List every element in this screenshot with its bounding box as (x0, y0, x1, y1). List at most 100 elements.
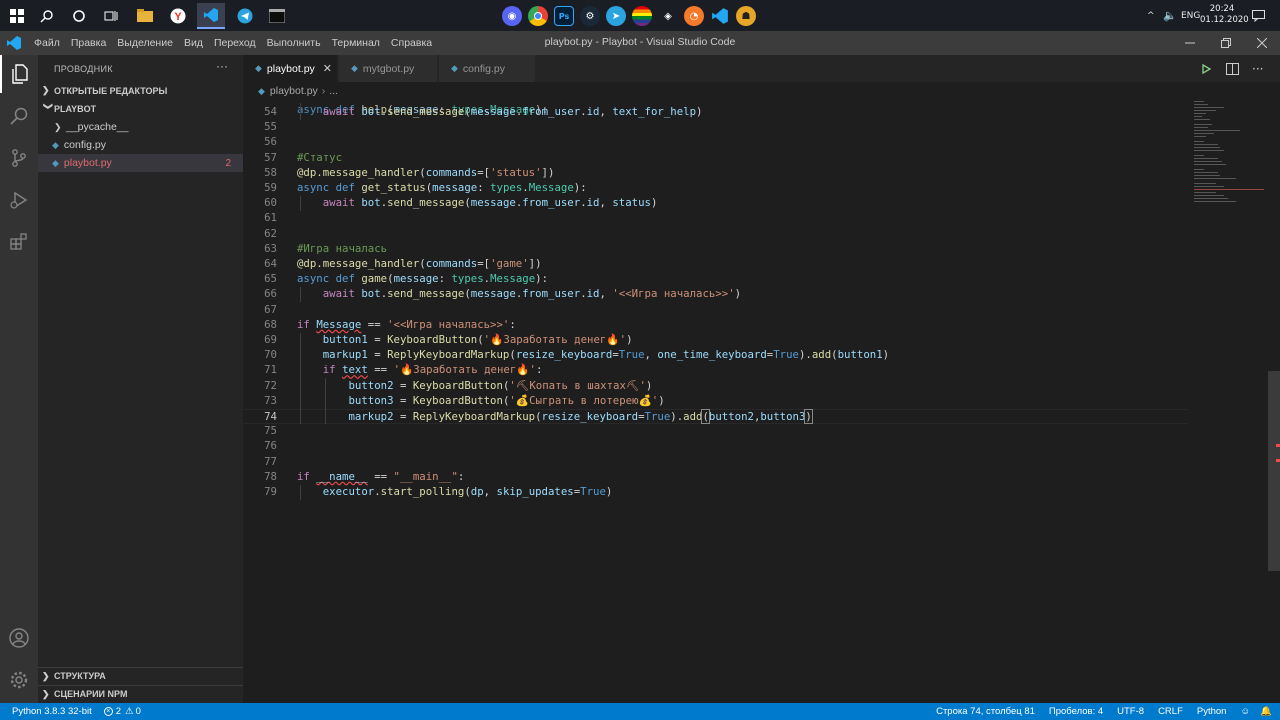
explorer-icon[interactable] (0, 55, 38, 93)
feedback-icon[interactable]: ☺ (1240, 706, 1250, 717)
file-explorer-icon[interactable] (132, 3, 158, 29)
python-file-icon: ◆ (52, 157, 59, 168)
code-line: 79 executor.start_polling(dp, skip_updat… (264, 485, 613, 498)
source-control-icon[interactable] (0, 139, 38, 177)
python-file-icon: ◆ (451, 63, 458, 73)
more-actions-icon[interactable]: ··· (216, 59, 228, 73)
cursor-position[interactable]: Строка 74, столбец 81 (936, 706, 1035, 717)
bell-icon[interactable]: 🔔 (1260, 706, 1272, 717)
python-file-icon: ◆ (52, 139, 59, 150)
breadcrumb-file[interactable]: playbot.py (270, 85, 318, 97)
extensions-icon[interactable] (0, 223, 38, 261)
run-debug-icon[interactable] (0, 181, 38, 219)
vscode-icon[interactable] (710, 6, 730, 26)
menu-selection[interactable]: Выделение (117, 37, 173, 49)
account-icon[interactable] (0, 619, 38, 657)
clock[interactable]: 20:24 01.12.2020 (1200, 4, 1249, 26)
language-indicator[interactable]: ENG (1181, 0, 1200, 31)
close-tab-icon[interactable]: ✕ (323, 62, 332, 75)
csgo-icon[interactable]: ☗ (736, 6, 756, 26)
code-line: 76 (264, 439, 277, 453)
code-line: 56 (264, 135, 277, 149)
tab-mytgbot[interactable]: ◆ mytgbot.py (339, 55, 438, 82)
more-editor-actions-icon[interactable]: ··· (1252, 55, 1263, 82)
blender-icon[interactable]: ◔ (684, 6, 704, 26)
project-section[interactable]: ❯ PLAYBOT (42, 100, 97, 117)
tab-playbot[interactable]: ◆ playbot.py ✕ (243, 55, 338, 82)
line-endings[interactable]: CRLF (1158, 706, 1183, 717)
code-line: 67 (264, 302, 277, 316)
steam-icon[interactable]: ⚙ (580, 6, 600, 26)
error-marker (1276, 444, 1280, 447)
notifications-icon[interactable] (1252, 0, 1265, 31)
terminal-icon[interactable] (264, 3, 290, 29)
vertical-scrollbar[interactable] (1268, 99, 1280, 703)
code-line: 75 (264, 424, 277, 438)
python-interpreter[interactable]: Python 3.8.3 32-bit (12, 706, 92, 717)
close-icon[interactable] (1244, 31, 1280, 55)
open-editors-section[interactable]: ❯ ОТКРЫТЫЕ РЕДАКТОРЫ (42, 82, 167, 99)
settings-gear-icon[interactable] (0, 661, 38, 699)
windows-start-icon[interactable] (4, 3, 30, 29)
indent-guide (300, 103, 301, 120)
outline-section[interactable]: ❯ СТРУКТУРА (38, 667, 243, 684)
sidebar-item-label: __pycache__ (66, 121, 129, 133)
code-line: 61 (264, 211, 277, 225)
folder-pycache[interactable]: ❯ __pycache__ (38, 118, 243, 136)
split-editor-icon[interactable] (1226, 55, 1239, 82)
file-config[interactable]: ◆ config.py (38, 136, 243, 154)
tab-config[interactable]: ◆ config.py (439, 55, 536, 82)
telegram-icon[interactable]: ➤ (606, 6, 626, 26)
minimap[interactable] (1188, 99, 1268, 219)
language-mode[interactable]: Python (1197, 706, 1227, 717)
menu-run[interactable]: Выполнить (267, 37, 321, 49)
search-icon[interactable] (34, 3, 60, 29)
chevron-up-icon[interactable]: ^ (1147, 0, 1155, 31)
code-line: 77 (264, 454, 277, 468)
chevron-down-icon: ❯ (43, 102, 54, 111)
encoding[interactable]: UTF-8 (1117, 706, 1144, 717)
code-editor[interactable]: async def help(message: types.Message): … (243, 99, 1188, 703)
npm-scripts-section[interactable]: ❯ СЦЕНАРИИ NPM (38, 685, 243, 702)
restore-icon[interactable] (1208, 31, 1244, 55)
code-line: 62 (264, 226, 277, 240)
volume-icon[interactable]: 🔈 (1163, 0, 1177, 31)
menu-terminal[interactable]: Терминал (332, 37, 380, 49)
discord-icon[interactable]: ◉ (502, 6, 522, 26)
indent-guide (300, 333, 301, 424)
scrollbar-thumb[interactable] (1268, 371, 1280, 571)
vscode-taskbar-icon[interactable] (197, 3, 225, 29)
task-view-icon[interactable] (98, 3, 124, 29)
yandex-browser-icon[interactable]: Y (165, 3, 191, 29)
code-line: 72 button2 = KeyboardButton('⛏Копать в ш… (264, 378, 653, 392)
menu-go[interactable]: Переход (214, 37, 256, 49)
menu-edit[interactable]: Правка (71, 37, 106, 49)
explorer-header: ПРОВОДНИК (54, 64, 113, 74)
chrome-icon[interactable] (528, 6, 548, 26)
chevron-right-icon: › (321, 85, 326, 97)
warning-icon: ⚠ (125, 706, 134, 717)
problems-indicator[interactable]: × 2 ⚠ 0 (103, 706, 141, 717)
breadcrumb-more[interactable]: ... (329, 85, 338, 97)
telegram-taskbar-icon[interactable] (232, 3, 258, 29)
vscode-logo-icon (6, 35, 22, 51)
search-view-icon[interactable] (0, 97, 38, 135)
code-line: 70 markup1 = ReplyKeyboardMarkup(resize_… (264, 348, 890, 362)
code-line: 59 async def get_status(message: types.Me… (264, 181, 587, 194)
menu-view[interactable]: Вид (184, 37, 203, 49)
cortana-icon[interactable] (66, 3, 92, 29)
lgbt-app-icon[interactable] (632, 6, 652, 26)
indentation[interactable]: Пробелов: 4 (1049, 706, 1103, 717)
menu-help[interactable]: Справка (391, 37, 432, 49)
file-playbot[interactable]: ◆ playbot.py 2 (38, 154, 243, 172)
explorer-sidebar: ПРОВОДНИК ··· ❯ ОТКРЫТЫЕ РЕДАКТОРЫ ❯ PLA… (38, 55, 243, 703)
status-bar: Python 3.8.3 32-bit × 2 ⚠ 0 Строка 74, с… (0, 703, 1280, 720)
run-file-icon[interactable] (1200, 55, 1212, 82)
unity-icon[interactable]: ◈ (658, 6, 678, 26)
photoshop-icon[interactable]: Ps (554, 6, 574, 26)
tab-label: mytgbot.py (362, 62, 415, 75)
minimize-icon[interactable] (1172, 31, 1208, 55)
menu-file[interactable]: Файл (34, 37, 60, 49)
windows-taskbar: Y ◉ Ps ⚙ ➤ ◈ ◔ ☗ ^ 🔈 ENG 20:24 01.12.202… (0, 0, 1280, 31)
open-editors-label: ОТКРЫТЫЕ РЕДАКТОРЫ (54, 85, 168, 96)
